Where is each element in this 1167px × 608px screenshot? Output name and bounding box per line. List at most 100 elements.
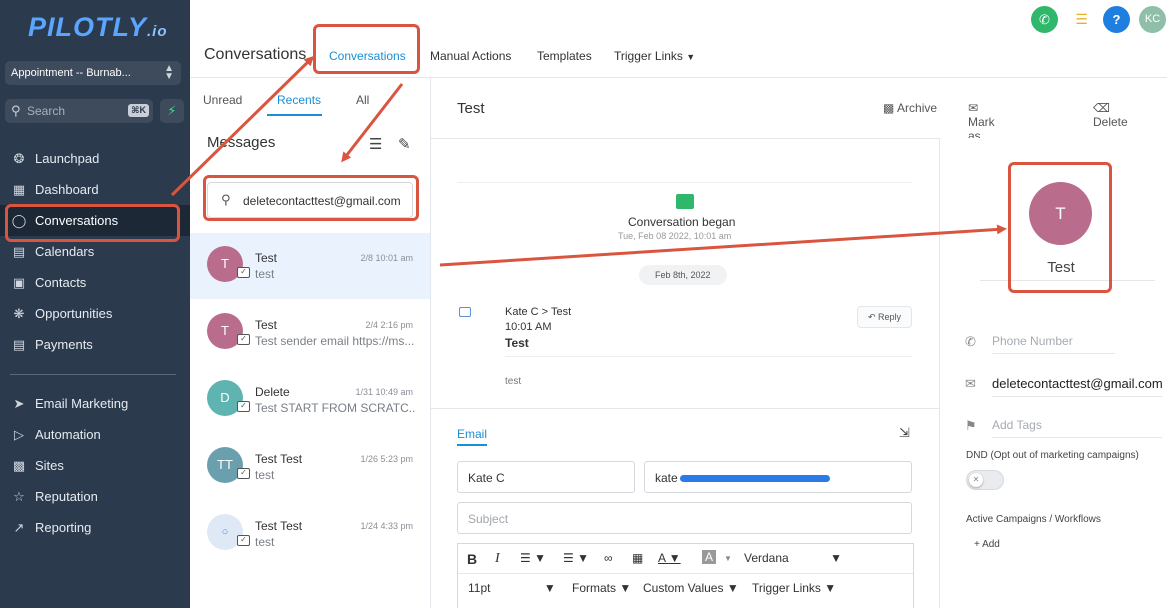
message-from: Kate C > Test (505, 306, 572, 318)
compose-icon[interactable]: ✎ (398, 135, 411, 153)
location-switcher[interactable]: Appointment -- Burnab... ▲ ▼ (5, 61, 181, 85)
sidebar-item-reporting[interactable]: ↗ Reporting (0, 512, 190, 543)
list-bell-icon: ☰ (1075, 11, 1088, 27)
tab-trigger-links[interactable]: Trigger Links ▼ (614, 49, 695, 63)
list-tab-recents[interactable]: Recents (277, 93, 321, 107)
grid-icon: ▦ (12, 182, 26, 197)
active-tab-indicator (267, 114, 322, 116)
trigger-links-select[interactable]: Trigger Links ▼ (752, 581, 836, 595)
conversation-item[interactable]: ○ ✓ Test Test 1/24 4:33 pm test (190, 501, 430, 567)
from-name-field[interactable]: Kate C (457, 461, 635, 493)
add-tags-input[interactable]: Add Tags (992, 418, 1162, 438)
contact-email-input[interactable]: deletecontacttest@gmail.com (992, 376, 1162, 397)
question-icon: ? (1112, 12, 1121, 27)
conversation-item[interactable]: T ✓ Test 2/8 10:01 am test (190, 233, 430, 299)
custom-values-select[interactable]: Custom Values ▼ (643, 581, 739, 595)
sidebar-item-sites[interactable]: ▩ Sites (0, 450, 190, 481)
conversation-thread: Test ▩ Archive ✉ Mark as Unread ⌫ Delete… (431, 78, 1128, 608)
redacted-scribble (679, 475, 830, 483)
conversation-preview: test (255, 468, 275, 482)
sidebar: PILOTLY.io Appointment -- Burnab... ▲ ▼ ⚲… (0, 0, 190, 608)
active-tab-indicator (457, 444, 487, 446)
conversation-began-date: Tue, Feb 08 2022, 10:01 am (618, 231, 732, 241)
conversation-preview: Test sender email https://ms... (255, 334, 415, 348)
editor-toolbar: B I ☰ ▼ ☰ ▼ ∞ ▦ A ▼ A ▼ Verdana ▼ 11pt ▼… (457, 543, 914, 608)
phone-button[interactable]: ✆ (1031, 6, 1058, 33)
search-icon: ⚲ (11, 103, 21, 118)
composer-tab-email[interactable]: Email (457, 427, 487, 441)
user-avatar[interactable]: KC (1139, 6, 1166, 33)
collapse-icon[interactable]: ⇲ (899, 425, 910, 441)
conversation-item[interactable]: D ✓ Delete 1/31 10:49 am Test START FROM… (190, 367, 430, 433)
sidebar-item-dashboard[interactable]: ▦ Dashboard (0, 174, 190, 205)
notifications-button[interactable]: ☰ (1068, 6, 1095, 33)
conversation-date: 2/8 10:01 am (360, 253, 413, 263)
composer-divider (431, 408, 939, 409)
sidebar-item-automation[interactable]: ▷ Automation (0, 419, 190, 450)
tab-templates[interactable]: Templates (537, 49, 592, 63)
italic-icon[interactable]: I (495, 551, 500, 567)
toolbar-divider (458, 573, 913, 574)
delete-button[interactable]: ⌫ Delete (1093, 101, 1128, 129)
sidebar-item-reputation[interactable]: ☆ Reputation (0, 481, 190, 512)
search-shortcut: ⌘K (128, 104, 149, 117)
formats-select[interactable]: Formats ▼ (572, 581, 631, 595)
conversation-list-pane: Unread Recents All Messages ☰ ✎ ⚲ delete… (190, 78, 431, 608)
sidebar-item-contacts[interactable]: ▣ Contacts (0, 267, 190, 298)
sidebar-item-email-marketing[interactable]: ➤ Email Marketing (0, 388, 190, 419)
dnd-toggle[interactable]: ✕ (966, 470, 1004, 490)
thread-title: Test (457, 100, 485, 117)
chevron-down-icon[interactable]: ▼ (724, 554, 732, 563)
folder-icon: ▩ (883, 101, 895, 115)
sidebar-item-payments[interactable]: ▤ Payments (0, 329, 190, 360)
font-size-select[interactable]: 11pt ▼ (468, 581, 556, 595)
dnd-label: DND (Opt out of marketing campaigns) (966, 450, 1139, 461)
app-logo[interactable]: PILOTLY.io (28, 12, 168, 43)
conversation-name: Delete (255, 385, 290, 399)
rocket-icon: ❂ (13, 151, 25, 166)
sidebar-item-launchpad[interactable]: ❂ Launchpad (0, 143, 190, 174)
numbered-list-icon[interactable]: ☰ ▼ (563, 551, 589, 565)
sidebar-item-opportunities[interactable]: ❋ Opportunities (0, 298, 190, 329)
funnel-icon: ❋ (13, 306, 25, 321)
quick-action-bolt-icon[interactable]: ⚡ (160, 99, 184, 123)
conversation-item[interactable]: T ✓ Test 2/4 2:16 pm Test sender email h… (190, 300, 430, 366)
star-icon: ☆ (13, 489, 25, 504)
subject-input[interactable]: Subject (457, 502, 912, 534)
list-tab-unread[interactable]: Unread (203, 93, 242, 107)
conversation-began-label: Conversation began (628, 215, 736, 229)
highlight-contact-card (1008, 162, 1112, 293)
phone-number-input[interactable]: Phone Number (992, 334, 1115, 354)
sidebar-search-input[interactable]: ⚲ Search ⌘K (5, 99, 153, 123)
archive-button[interactable]: ▩ Archive (883, 101, 937, 115)
chevron-updown-icon: ▲ ▼ (164, 63, 174, 82)
link-icon[interactable]: ∞ (604, 551, 613, 565)
page-title: Conversations (204, 46, 307, 63)
reply-button[interactable]: ↶ Reply (857, 306, 912, 328)
reply-arrow-icon: ↶ (867, 312, 876, 322)
text-color-icon[interactable]: A ▼ (658, 551, 681, 565)
tag-icon: ⚑ (965, 418, 977, 433)
conversation-date: 1/24 4:33 pm (360, 521, 413, 531)
envelope-icon: ✉ (968, 101, 979, 115)
highlight-search-box (203, 175, 419, 221)
font-family-select[interactable]: Verdana ▼ (744, 551, 842, 565)
from-email-field[interactable]: kate (644, 461, 912, 493)
email-message-icon (459, 307, 471, 317)
highlight-conversations-tab (313, 24, 420, 74)
envelope-icon: ✉ (965, 376, 976, 391)
send-icon: ➤ (13, 396, 25, 411)
filter-sliders-icon[interactable]: ☰ (369, 135, 382, 153)
trend-icon: ↗ (13, 520, 25, 535)
tab-manual-actions[interactable]: Manual Actions (430, 49, 511, 63)
image-icon[interactable]: ▦ (632, 551, 643, 565)
phone-icon: ✆ (965, 334, 976, 349)
list-tab-all[interactable]: All (356, 93, 369, 107)
message-subject: Test (505, 336, 529, 350)
conversation-item[interactable]: TT ✓ Test Test 1/26 5:23 pm test (190, 434, 430, 500)
bold-icon[interactable]: B (467, 551, 477, 567)
highlight-color-icon[interactable]: A (702, 550, 717, 564)
add-campaign-button[interactable]: + Add (974, 539, 1000, 550)
bullet-list-icon[interactable]: ☰ ▼ (520, 551, 546, 565)
help-button[interactable]: ? (1103, 6, 1130, 33)
